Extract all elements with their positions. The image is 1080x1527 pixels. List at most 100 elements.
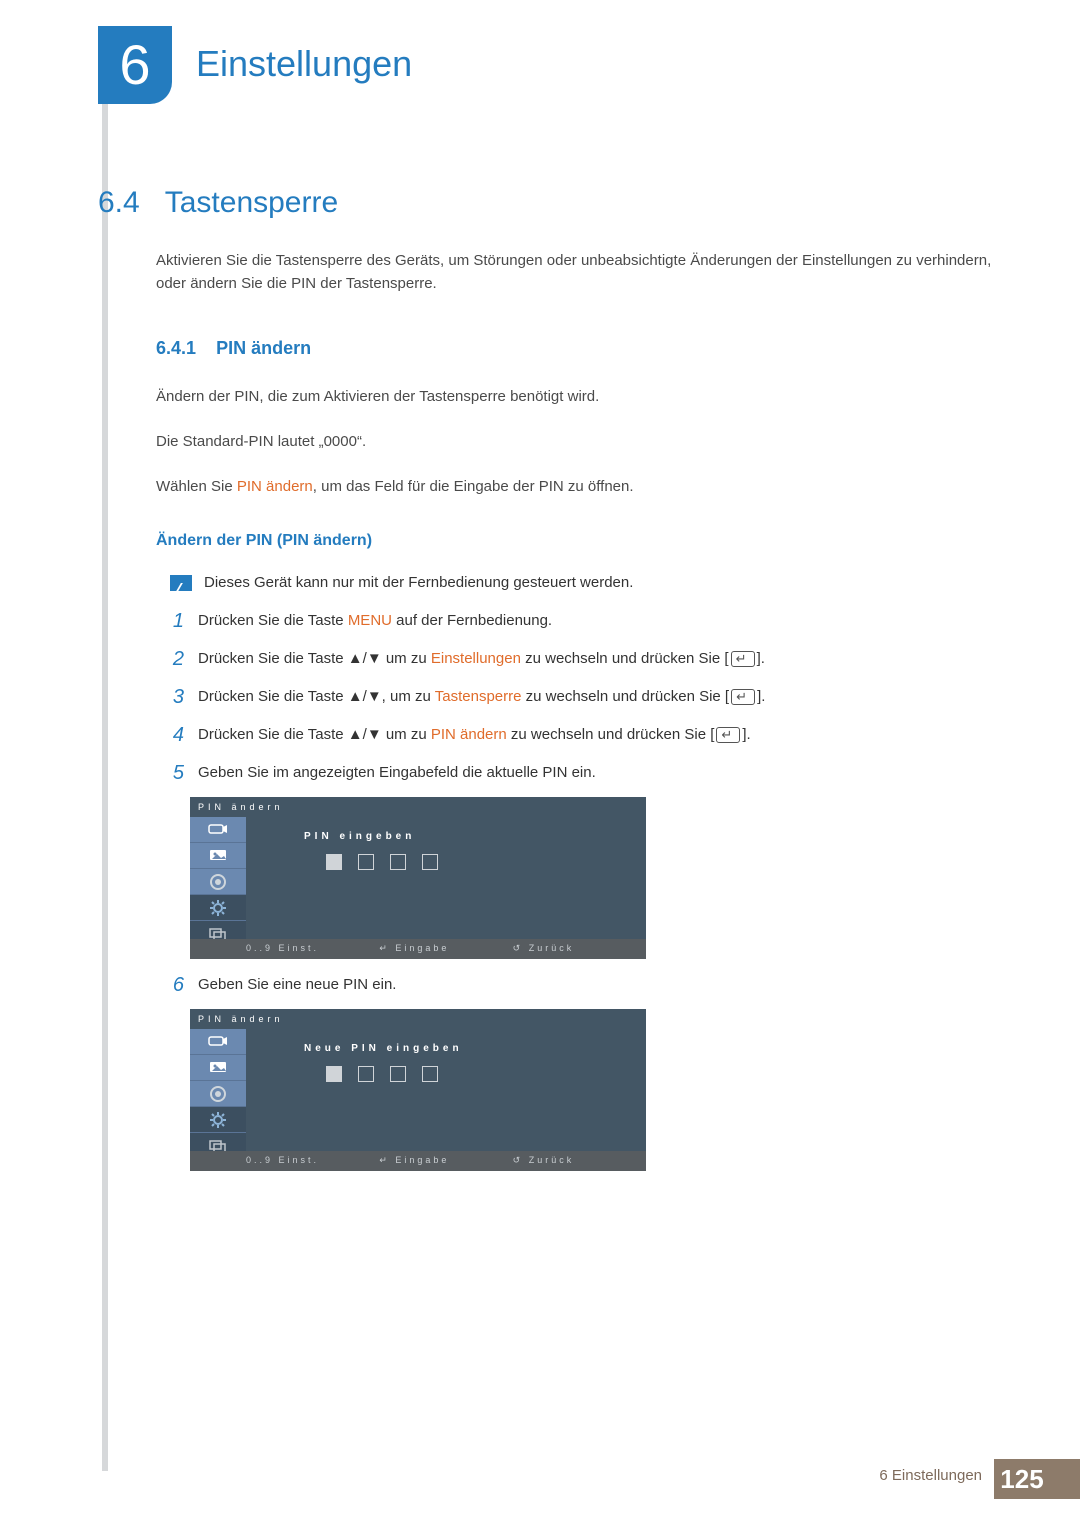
osd-main: Neue PIN eingeben (190, 1029, 646, 1159)
step-number: 3 (166, 685, 184, 709)
text: , um das Feld für die Eingabe der PIN zu… (313, 478, 634, 495)
osd-side-icon (190, 1029, 246, 1055)
note-text: Dieses Gerät kann nur mit der Fernbedien… (204, 571, 633, 594)
highlight-menu: MENU (348, 612, 392, 629)
picture-icon (206, 1058, 230, 1076)
section-intro: Aktivieren Sie die Tastensperre des Gerä… (156, 249, 1000, 296)
procedure-heading: Ändern der PIN (PIN ändern) (156, 529, 1000, 554)
osd-footer-zuruck: ↺ Zurück (513, 1154, 646, 1168)
osd-side-icon-active (190, 895, 246, 921)
text: zu wechseln und drücken Sie [ (521, 650, 729, 667)
text: Drücken Sie die Taste (198, 612, 348, 629)
footer-label: 6 Einstellungen (879, 1464, 982, 1493)
osd-side-icon (190, 1081, 246, 1107)
highlight-pin-andern: PIN ändern (431, 726, 507, 743)
step-text: Drücken Sie die Taste MENU auf der Fernb… (198, 609, 552, 632)
osd-side-icon (190, 843, 246, 869)
text: Drücken Sie die Taste ▲/▼ um zu (198, 650, 431, 667)
section-title: Tastensperre (165, 186, 338, 219)
text: Drücken Sie die Taste ▲/▼ um zu (198, 726, 431, 743)
highlight-tastensperre: Tastensperre (435, 688, 522, 705)
pin-box (390, 1066, 406, 1082)
step-text: Geben Sie eine neue PIN ein. (198, 973, 396, 996)
chapter-number-tab: 6 (98, 26, 172, 104)
text: ]. (742, 726, 750, 743)
osd-footer: 0..9 Einst. ↵ Eingabe ↺ Zurück (190, 939, 646, 959)
step-number: 2 (166, 647, 184, 671)
osd-title: PIN ändern (190, 797, 646, 817)
osd-footer-eingabe: ↵ Eingabe (379, 942, 512, 956)
osd-pin-boxes (326, 854, 646, 870)
osd-prompt-label: Neue PIN eingeben (304, 1041, 646, 1057)
sub-line-3: Wählen Sie PIN ändern, um das Feld für d… (156, 475, 1000, 498)
text: Zurück (529, 943, 575, 953)
input-icon (206, 820, 230, 838)
step-6: 6 Geben Sie eine neue PIN ein. (156, 973, 1000, 997)
osd-prompt-label: PIN eingeben (304, 829, 646, 845)
subsection-title: PIN ändern (216, 338, 311, 358)
chapter-title: Einstellungen (196, 36, 412, 92)
enter-icon (731, 651, 755, 667)
step-text: Geben Sie im angezeigten Eingabefeld die… (198, 761, 596, 784)
sound-icon (206, 1085, 230, 1103)
sound-icon (206, 873, 230, 891)
osd-sidebar (190, 817, 246, 947)
osd-main: PIN eingeben (190, 817, 646, 947)
gear-icon (206, 899, 230, 917)
osd-title: PIN ändern (190, 1009, 646, 1029)
text: ]. (757, 688, 765, 705)
osd-body: Neue PIN eingeben (246, 1029, 646, 1159)
step-1: 1 Drücken Sie die Taste MENU auf der Fer… (156, 609, 1000, 633)
step-number: 6 (166, 973, 184, 997)
osd-footer-eingabe: ↵ Eingabe (379, 1154, 512, 1168)
input-icon (206, 1032, 230, 1050)
page-number: 125 (994, 1459, 1050, 1499)
step-2: 2 Drücken Sie die Taste ▲/▼ um zu Einste… (156, 647, 1000, 671)
page-content: 6.4 Tastensperre Aktivieren Sie die Tast… (98, 180, 1000, 1171)
highlight-einstellungen: Einstellungen (431, 650, 521, 667)
highlight-pin-andern: PIN ändern (237, 478, 313, 495)
step-text: Drücken Sie die Taste ▲/▼ um zu Einstell… (198, 647, 765, 670)
osd-footer-einst: 0..9 Einst. (246, 942, 379, 956)
gear-icon (206, 1111, 230, 1129)
step-number: 5 (166, 761, 184, 785)
pin-box (358, 1066, 374, 1082)
text: zu wechseln und drücken Sie [ (521, 688, 729, 705)
osd-side-icon (190, 1055, 246, 1081)
osd-pin-boxes (326, 1066, 646, 1082)
text: Eingabe (395, 943, 449, 953)
osd-body: PIN eingeben (246, 817, 646, 947)
osd-footer: 0..9 Einst. ↵ Eingabe ↺ Zurück (190, 1151, 646, 1171)
sub-line-2: Die Standard-PIN lautet „0000“. (156, 430, 1000, 453)
osd-side-icon (190, 817, 246, 843)
pin-box (358, 854, 374, 870)
text: auf der Fernbedienung. (392, 612, 552, 629)
pin-box (422, 1066, 438, 1082)
osd-footer-einst: 0..9 Einst. (246, 1154, 379, 1168)
text: Drücken Sie die Taste ▲/▼, um zu (198, 688, 435, 705)
steps-list: 1 Drücken Sie die Taste MENU auf der Fer… (156, 609, 1000, 1171)
pin-box (390, 854, 406, 870)
subsection-number: 6.4.1 (156, 338, 196, 358)
osd-side-icon (190, 869, 246, 895)
note-icon (170, 575, 192, 591)
pin-box (422, 854, 438, 870)
step-number: 1 (166, 609, 184, 633)
step-number: 4 (166, 723, 184, 747)
subsection-heading: 6.4.1 PIN ändern (156, 335, 1000, 363)
section-number: 6.4 (98, 186, 140, 219)
enter-icon (716, 727, 740, 743)
note-row: Dieses Gerät kann nur mit der Fernbedien… (156, 571, 1000, 594)
text: Wählen Sie (156, 478, 237, 495)
sub-line-1: Ändern der PIN, die zum Aktivieren der T… (156, 385, 1000, 408)
step-4: 4 Drücken Sie die Taste ▲/▼ um zu PIN än… (156, 723, 1000, 747)
text: zu wechseln und drücken Sie [ (507, 726, 715, 743)
text: ]. (757, 650, 765, 667)
pin-box-active (326, 1066, 342, 1082)
osd-footer-zuruck: ↺ Zurück (513, 942, 646, 956)
step-5: 5 Geben Sie im angezeigten Eingabefeld d… (156, 761, 1000, 785)
step-text: Drücken Sie die Taste ▲/▼ um zu PIN ände… (198, 723, 751, 746)
section-heading: 6.4 Tastensperre (98, 180, 1000, 227)
text: Eingabe (395, 1155, 449, 1165)
page-footer: 6 Einstellungen 125 (0, 1456, 1080, 1502)
